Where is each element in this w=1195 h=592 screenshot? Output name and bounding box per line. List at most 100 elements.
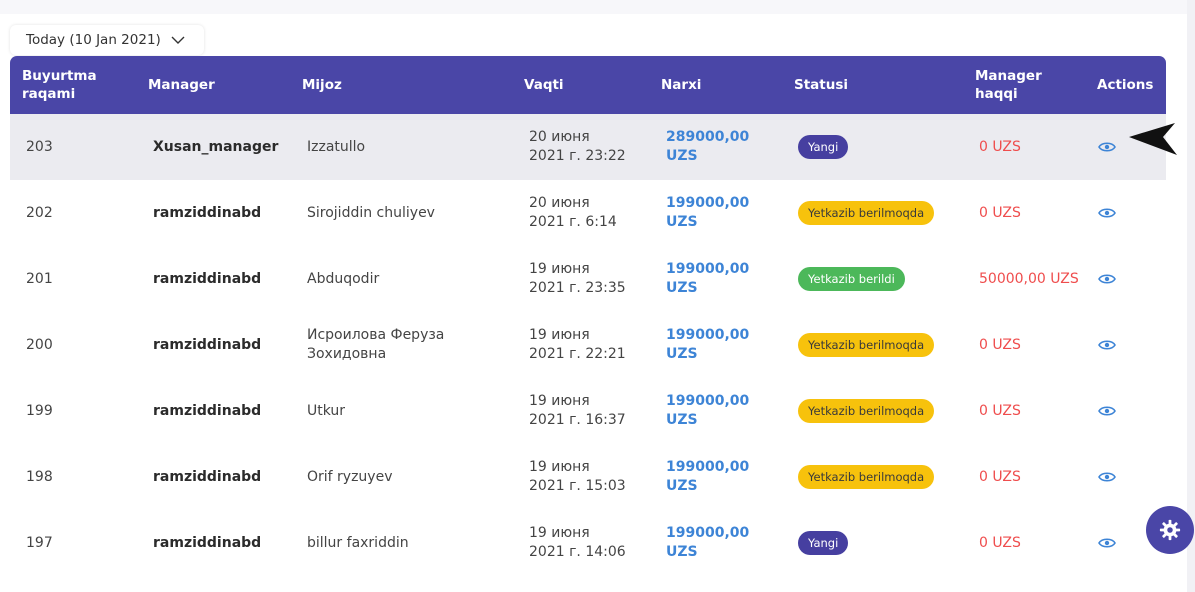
right-scroll-track[interactable]: [1187, 0, 1195, 592]
manager-name: ramziddinabd: [153, 270, 262, 287]
price-amount: 199000,00: [666, 327, 750, 343]
order-date: 19 июня: [529, 459, 590, 475]
order-status: Yetkazib berilmoqda: [798, 312, 935, 378]
order-year-time: 2021 г. 23:35: [529, 280, 626, 296]
order-year-time: 2021 г. 22:21: [529, 346, 626, 362]
gear-icon: [1159, 519, 1181, 541]
date-filter-label: Today (10 Jan 2021): [26, 32, 161, 48]
table-row[interactable]: 198 ramziddinabd Orif ryzuyev 19 июня 2021 г…: [10, 444, 1166, 510]
order-year-time: 2021 г. 14:06: [529, 544, 626, 560]
manager-name: ramziddinabd: [153, 204, 262, 221]
order-time: 19 июня 2021 г. 23:35: [529, 246, 659, 312]
col-header-order-number-line1: Buyurtma: [22, 68, 97, 84]
order-id: 197: [26, 534, 53, 551]
manager-name: ramziddinabd: [153, 402, 262, 419]
status-badge[interactable]: Yangi: [798, 531, 849, 555]
order-time: 19 июня 2021 г. 14:06: [529, 510, 659, 576]
manager-fee: 0 UZS: [979, 402, 1021, 419]
col-header-manager-fee-line1: Manager: [975, 68, 1042, 84]
client-name: billur faxriddin: [307, 534, 409, 551]
client-name: Исроилова Феруза Зохидовна: [307, 327, 445, 362]
row-actions: [1098, 312, 1116, 378]
price-amount: 199000,00: [666, 459, 750, 475]
table-row[interactable]: 201 ramziddinabd Abduqodir 19 июня 2021 г. 2…: [10, 246, 1166, 312]
eye-icon[interactable]: [1098, 273, 1116, 285]
order-year-time: 2021 г. 23:22: [529, 148, 626, 164]
col-header-manager-fee: Manager haqqi: [975, 56, 1042, 114]
price-amount: 289000,00: [666, 129, 750, 145]
order-price: 199000,00 UZS: [666, 510, 766, 576]
status-badge[interactable]: Yetkazib berilmoqda: [798, 333, 935, 357]
orders-table: Buyurtma raqami Manager Mijoz Vaqti Narx…: [10, 56, 1166, 576]
col-header-price: Narxi: [661, 77, 702, 93]
table-row[interactable]: 203 Xusan_manager Izzatullo 20 июня 2021 г. …: [10, 114, 1166, 180]
price-currency: UZS: [666, 214, 698, 230]
status-badge[interactable]: Yangi: [798, 135, 849, 159]
eye-icon[interactable]: [1098, 339, 1116, 351]
order-price: 199000,00 UZS: [666, 378, 766, 444]
order-time: 19 июня 2021 г. 22:21: [529, 312, 659, 378]
table-row[interactable]: 199 ramziddinabd Utkur 19 июня 2021 г. 16:37…: [10, 378, 1166, 444]
col-header-manager-fee-line2: haqqi: [975, 86, 1018, 102]
table-row[interactable]: 197 ramziddinabd billur faxriddin 19 июня 20…: [10, 510, 1166, 576]
order-date: 19 июня: [529, 525, 590, 541]
settings-button[interactable]: [1146, 506, 1194, 554]
order-id: 199: [26, 402, 53, 419]
manager-fee: 50000,00 UZS: [979, 270, 1079, 287]
price-currency: UZS: [666, 280, 698, 296]
price-amount: 199000,00: [666, 195, 750, 211]
price-currency: UZS: [666, 148, 698, 164]
col-header-status: Statusi: [794, 77, 849, 93]
arrow-pointer-icon: [1129, 123, 1177, 155]
client-name: Orif ryzuyev: [307, 468, 393, 485]
top-strip: [0, 0, 1195, 14]
price-amount: 199000,00: [666, 393, 750, 409]
order-id: 201: [26, 270, 53, 287]
order-price: 199000,00 UZS: [666, 180, 766, 246]
client-name: Abduqodir: [307, 270, 380, 287]
price-currency: UZS: [666, 544, 698, 560]
price-amount: 199000,00: [666, 261, 750, 277]
price-currency: UZS: [666, 478, 698, 494]
eye-icon[interactable]: [1098, 207, 1116, 219]
eye-icon[interactable]: [1098, 537, 1116, 549]
status-badge[interactable]: Yetkazib berilmoqda: [798, 399, 935, 423]
order-year-time: 2021 г. 16:37: [529, 412, 626, 428]
order-price: 199000,00 UZS: [666, 312, 766, 378]
table-header: Buyurtma raqami Manager Mijoz Vaqti Narx…: [10, 56, 1166, 114]
col-header-order-number-line2: raqami: [22, 86, 76, 102]
order-price: 199000,00 UZS: [666, 246, 766, 312]
status-badge[interactable]: Yetkazib berildi: [798, 267, 905, 291]
order-id: 202: [26, 204, 53, 221]
eye-icon[interactable]: [1098, 471, 1116, 483]
manager-name: Xusan_manager: [153, 138, 279, 155]
order-date: 19 июня: [529, 393, 590, 409]
client-name: Sirojiddin chuliyev: [307, 204, 435, 221]
manager-name: ramziddinabd: [153, 336, 262, 353]
client-name: Izzatullo: [307, 138, 366, 155]
status-badge[interactable]: Yetkazib berilmoqda: [798, 465, 935, 489]
status-badge[interactable]: Yetkazib berilmoqda: [798, 201, 935, 225]
col-header-time: Vaqti: [524, 77, 564, 93]
order-status: Yetkazib berildi: [798, 246, 905, 312]
col-header-order-number: Buyurtma raqami: [22, 56, 97, 114]
date-filter-dropdown[interactable]: Today (10 Jan 2021): [10, 25, 204, 55]
client-name: Utkur: [307, 402, 346, 419]
row-actions: [1098, 114, 1116, 180]
order-status: Yetkazib berilmoqda: [798, 378, 935, 444]
order-year-time: 2021 г. 15:03: [529, 478, 626, 494]
table-row[interactable]: 200 ramziddinabd Исроилова Феруза Зохидовн…: [10, 312, 1166, 378]
table-row[interactable]: 202 ramziddinabd Sirojiddin chuliyev 20 июн…: [10, 180, 1166, 246]
col-header-client: Mijoz: [302, 77, 342, 93]
price-amount: 199000,00: [666, 525, 750, 541]
row-actions: [1098, 510, 1116, 576]
order-year-time: 2021 г. 6:14: [529, 214, 617, 230]
order-date: 20 июня: [529, 195, 590, 211]
manager-fee: 0 UZS: [979, 336, 1021, 353]
manager-fee: 0 UZS: [979, 204, 1021, 221]
row-actions: [1098, 246, 1116, 312]
eye-icon[interactable]: [1098, 405, 1116, 417]
order-time: 19 июня 2021 г. 16:37: [529, 378, 659, 444]
order-time: 19 июня 2021 г. 15:03: [529, 444, 659, 510]
eye-icon[interactable]: [1098, 141, 1116, 153]
